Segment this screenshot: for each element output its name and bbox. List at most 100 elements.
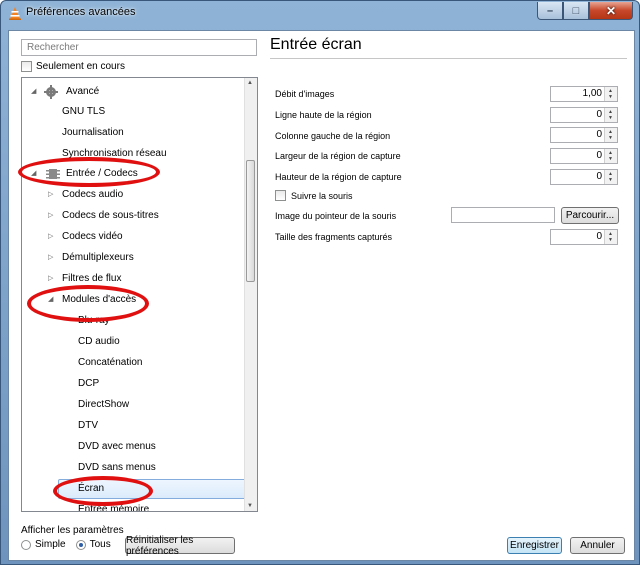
spin-down-icon[interactable]: ▼ xyxy=(608,135,613,141)
panel-title: Entrée écran xyxy=(270,36,362,53)
spinbox-buttons[interactable]: ▲ ▼ xyxy=(604,230,617,244)
field-label: Hauteur de la région de capture xyxy=(275,172,402,182)
show-params-label: Afficher les paramètres xyxy=(21,525,124,536)
spin-down-icon[interactable]: ▼ xyxy=(608,177,613,183)
reset-preferences-button[interactable]: Réinitialiser les préférences xyxy=(125,535,235,557)
minimize-button[interactable]: – xyxy=(537,2,563,20)
spinbox-buttons[interactable]: ▲ ▼ xyxy=(604,149,617,163)
collapsed-arrow-icon: ▷ xyxy=(48,254,54,261)
cancel-button[interactable]: Annuler xyxy=(570,537,625,554)
field-label: Ligne haute de la région xyxy=(275,110,372,120)
tree-item-journalisation[interactable]: Journalisation xyxy=(22,123,246,143)
title-bar[interactable]: Préférences avancées – □ ✕ xyxy=(1,1,639,27)
expanded-arrow-icon: ◢ xyxy=(31,88,37,95)
spinbox-value: 0 xyxy=(596,231,602,242)
collapsed-arrow-icon: ▷ xyxy=(48,275,54,282)
spin-down-icon[interactable]: ▼ xyxy=(608,115,613,121)
spin-down-icon[interactable]: ▼ xyxy=(608,237,613,243)
only-current-label: Seulement en cours xyxy=(36,61,125,72)
frame-rate-spinbox[interactable]: 1,00 ▲ ▼ xyxy=(550,86,618,102)
window-title: Préférences avancées xyxy=(26,6,136,18)
save-button[interactable]: Enregistrer xyxy=(507,537,562,554)
close-icon: ✕ xyxy=(605,3,617,18)
tree-item-filtres-flux[interactable]: ▷ Filtres de flux xyxy=(22,269,246,289)
tree-item-label: DCP xyxy=(78,378,100,389)
annotation-oval-ecran xyxy=(53,476,153,506)
tree-scrollbar[interactable]: ▲ ▼ xyxy=(244,78,257,511)
scrollbar-thumb[interactable] xyxy=(246,160,255,282)
region-top-spinbox[interactable]: 0 ▲ ▼ xyxy=(550,107,618,123)
tree-item-demultiplexeurs[interactable]: ▷ Démultiplexeurs xyxy=(22,248,246,268)
tree-item-label: DVD avec menus xyxy=(78,441,156,452)
tree-item-label: Codecs audio xyxy=(62,189,124,200)
field-label: Colonne gauche de la région xyxy=(275,131,391,141)
maximize-button[interactable]: □ xyxy=(563,2,589,20)
tree-item-concatenation[interactable]: Concaténation xyxy=(22,353,246,373)
only-current-option[interactable]: Seulement en cours xyxy=(21,61,125,72)
collapsed-arrow-icon: ▷ xyxy=(48,233,54,240)
radio-simple-label: Simple xyxy=(35,539,66,550)
field-label: Largeur de la région de capture xyxy=(275,151,401,161)
fragment-size-spinbox[interactable]: 0 ▲ ▼ xyxy=(550,229,618,245)
follow-mouse-label: Suivre la souris xyxy=(291,190,353,201)
close-button[interactable]: ✕ xyxy=(589,2,633,20)
spinbox-buttons[interactable]: ▲ ▼ xyxy=(604,87,617,101)
capture-height-spinbox[interactable]: 0 ▲ ▼ xyxy=(550,169,618,185)
pointer-image-input[interactable] xyxy=(451,207,555,223)
tree-item-dcp[interactable]: DCP xyxy=(22,374,246,394)
title-divider xyxy=(270,58,627,59)
capture-width-spinbox[interactable]: 0 ▲ ▼ xyxy=(550,148,618,164)
spin-down-icon[interactable]: ▼ xyxy=(608,94,613,100)
spinbox-value: 1,00 xyxy=(582,88,602,99)
tree-item-cd-audio[interactable]: CD audio xyxy=(22,332,246,352)
tree-item-codecs-audio[interactable]: ▷ Codecs audio xyxy=(22,185,246,205)
field-label: Taille des fragments capturés xyxy=(275,232,393,242)
tree-item-label: DVD sans menus xyxy=(78,462,156,473)
tree-item-avance[interactable]: ◢ Avancé xyxy=(22,82,246,102)
tree-item-label: GNU TLS xyxy=(62,106,106,117)
follow-mouse-checkbox[interactable] xyxy=(275,190,286,201)
browse-button[interactable]: Parcourir... xyxy=(561,207,619,224)
tree-item-label: Codecs de sous-titres xyxy=(62,210,159,221)
spinbox-buttons[interactable]: ▲ ▼ xyxy=(604,108,617,122)
only-current-checkbox[interactable] xyxy=(21,61,32,72)
annotation-oval-entree-codecs xyxy=(18,157,160,187)
caption-buttons: – □ ✕ xyxy=(537,2,633,21)
tree-item-label: Journalisation xyxy=(62,127,124,138)
annotation-oval-modules-acces xyxy=(27,285,149,322)
collapsed-arrow-icon: ▷ xyxy=(48,191,54,198)
tree-item-label: Démultiplexeurs xyxy=(62,252,134,263)
gear-icon xyxy=(44,85,58,99)
preferences-window: Préférences avancées – □ ✕ Rechercher Se… xyxy=(0,0,640,565)
spinbox-value: 0 xyxy=(596,109,602,120)
region-left-spinbox[interactable]: 0 ▲ ▼ xyxy=(550,127,618,143)
spinbox-value: 0 xyxy=(596,171,602,182)
spinbox-buttons[interactable]: ▲ ▼ xyxy=(604,170,617,184)
dialog-client: Rechercher Seulement en cours ◢ Avancé G… xyxy=(8,30,635,561)
minimize-icon: – xyxy=(546,4,554,17)
tree-item-label: Codecs vidéo xyxy=(62,231,123,242)
tree-item-label: Avancé xyxy=(66,86,100,97)
radio-simple[interactable] xyxy=(21,539,31,550)
field-label: Débit d'images xyxy=(275,89,335,99)
tree-item-codecs-sous-titres[interactable]: ▷ Codecs de sous-titres xyxy=(22,206,246,226)
params-radio-group: Simple Tous xyxy=(21,539,111,550)
collapsed-arrow-icon: ▷ xyxy=(48,212,54,219)
spinbox-buttons[interactable]: ▲ ▼ xyxy=(604,128,617,142)
follow-mouse-option[interactable]: Suivre la souris xyxy=(275,190,353,201)
tree-item-dtv[interactable]: DTV xyxy=(22,416,246,436)
scroll-down-icon[interactable]: ▼ xyxy=(247,503,253,509)
search-input[interactable]: Rechercher xyxy=(21,39,257,56)
tree-item-label: DirectShow xyxy=(78,399,130,410)
tree-item-codecs-video[interactable]: ▷ Codecs vidéo xyxy=(22,227,246,247)
field-label: Image du pointeur de la souris xyxy=(275,211,397,221)
tree-item-gnutls[interactable]: GNU TLS xyxy=(22,102,246,122)
spinbox-value: 0 xyxy=(596,150,602,161)
maximize-icon: □ xyxy=(572,4,580,17)
spin-down-icon[interactable]: ▼ xyxy=(608,156,613,162)
radio-all[interactable] xyxy=(75,539,86,550)
scroll-up-icon[interactable]: ▲ xyxy=(247,80,253,86)
tree-item-dvd-sans-menus[interactable]: DVD sans menus xyxy=(22,458,246,478)
tree-item-directshow[interactable]: DirectShow xyxy=(22,395,246,415)
tree-item-dvd-avec-menus[interactable]: DVD avec menus xyxy=(22,437,246,457)
